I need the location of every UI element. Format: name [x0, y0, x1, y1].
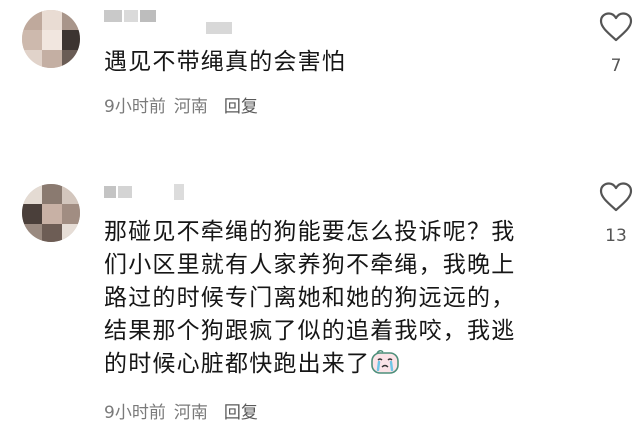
comment-text-line-last: 的时候心脏都快跑出来了	[104, 348, 515, 385]
crying-face-emoji-icon	[370, 349, 400, 385]
comment-item: 遇见不带绳真的会害怕 9小时前 河南 回复 7	[0, 0, 640, 140]
comment-text-line: 那碰见不牵绳的狗能要怎么投诉呢？我	[104, 219, 516, 245]
comment-time: 9小时前	[104, 97, 166, 117]
comment-text: 遇见不带绳真的会害怕	[104, 46, 346, 79]
like-count: 13	[605, 226, 627, 246]
username-extra	[174, 184, 184, 200]
comment-text-line: 的时候心脏都快跑出来了	[104, 351, 371, 377]
comment-location: 河南	[173, 97, 208, 117]
comment-item: 那碰见不牵绳的狗能要怎么投诉呢？我 们小区里就有人家养狗不牵绳，我晚上 路过的时…	[0, 170, 640, 426]
username[interactable]	[104, 186, 132, 198]
username-extra	[206, 22, 232, 34]
heart-outline-icon[interactable]	[599, 182, 633, 212]
comment-location: 河南	[173, 403, 208, 423]
reply-button[interactable]: 回复	[224, 403, 258, 423]
comment-text-line: 结果那个狗跟疯了似的追着我咬，我逃	[104, 318, 516, 344]
like-count: 7	[610, 56, 622, 76]
comment-text-line: 们小区里就有人家养狗不牵绳，我晚上	[104, 252, 516, 278]
comment-meta: 9小时前 河南 回复	[104, 398, 266, 423]
reply-button[interactable]: 回复	[224, 97, 258, 117]
avatar[interactable]	[22, 10, 80, 68]
avatar[interactable]	[22, 184, 80, 242]
comment-text: 那碰见不牵绳的狗能要怎么投诉呢？我 们小区里就有人家养狗不牵绳，我晚上 路过的时…	[104, 216, 515, 385]
comment-text-line: 路过的时候专门离她和她的狗远远的，	[104, 285, 516, 311]
comment-meta: 9小时前 河南 回复	[104, 92, 266, 117]
comment-time: 9小时前	[104, 403, 166, 423]
like-button[interactable]: 13	[596, 182, 636, 246]
like-button[interactable]: 7	[596, 12, 636, 76]
username[interactable]	[104, 10, 156, 22]
heart-outline-icon[interactable]	[599, 12, 633, 42]
comment-text-line: 遇见不带绳真的会害怕	[104, 49, 346, 75]
